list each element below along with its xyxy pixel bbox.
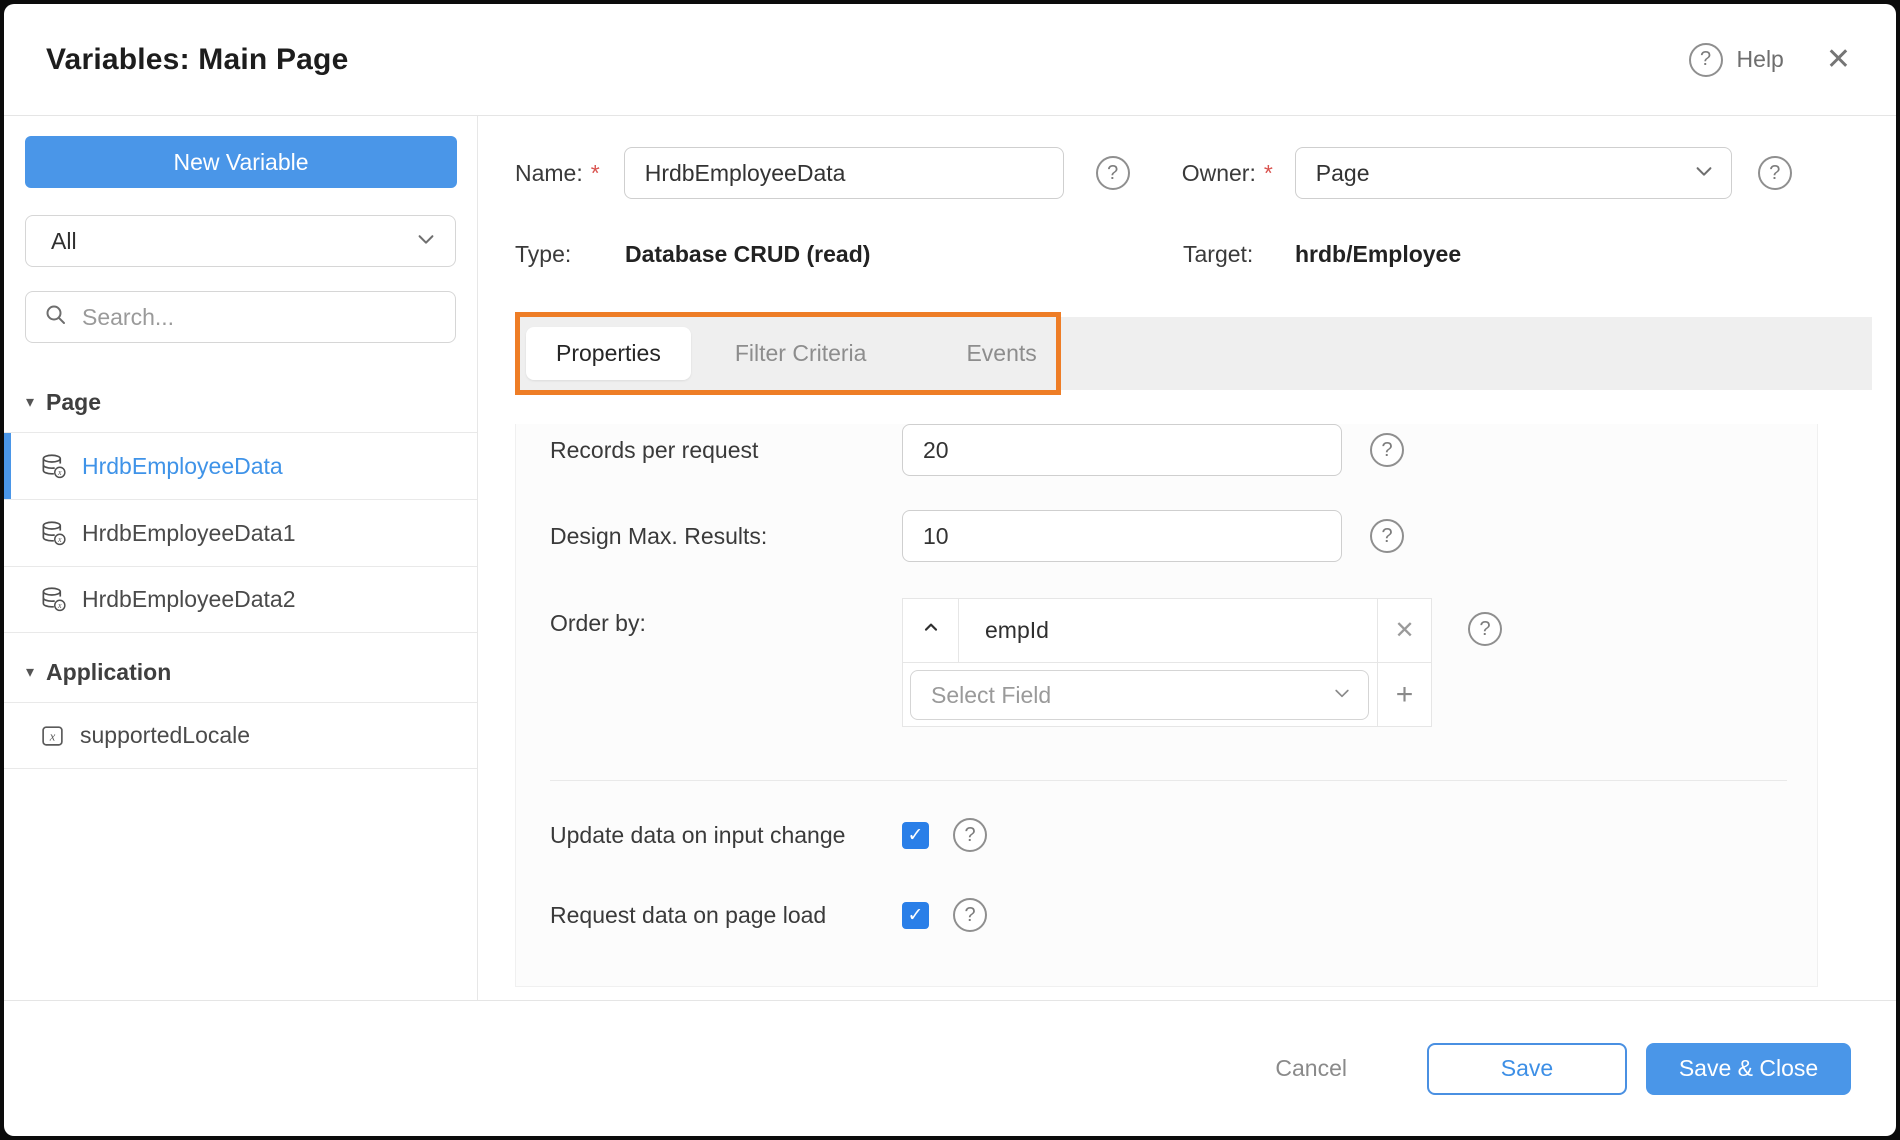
panel-divider bbox=[550, 780, 1787, 781]
database-variable-icon: x bbox=[40, 586, 67, 613]
records-per-request-help-icon[interactable]: ? bbox=[1370, 433, 1404, 467]
new-variable-button[interactable]: New Variable bbox=[25, 136, 457, 188]
sidebar-section-application[interactable]: ▾ Application bbox=[4, 633, 477, 702]
request-on-page-load-help-icon[interactable]: ? bbox=[953, 898, 987, 932]
design-max-results-label: Design Max. Results: bbox=[550, 522, 768, 549]
name-field[interactable] bbox=[623, 147, 1064, 199]
dialog-title: Variables: Main Page bbox=[46, 42, 349, 76]
variable-name: HrdbEmployeeData1 bbox=[82, 519, 296, 546]
owner-select[interactable]: Page bbox=[1294, 147, 1732, 199]
dialog-footer: Cancel Save Save & Close bbox=[4, 1000, 1896, 1136]
save-close-button[interactable]: Save & Close bbox=[1646, 1042, 1851, 1095]
sidebar-item-hrdbemployeedata[interactable]: x HrdbEmployeeData bbox=[4, 432, 477, 499]
order-by-field-select[interactable]: Select Field bbox=[910, 670, 1369, 720]
chevron-down-icon bbox=[1693, 160, 1715, 187]
owner-label: Owner: bbox=[1181, 159, 1256, 186]
svg-text:x: x bbox=[57, 535, 62, 544]
tab-filter-criteria[interactable]: Filter Criteria bbox=[705, 327, 897, 380]
order-by-group: empId ✕ Select Field + bbox=[902, 598, 1432, 727]
variable-tabs: Properties Filter Criteria Events bbox=[515, 312, 1872, 395]
sidebar-section-page[interactable]: ▾ Page bbox=[4, 343, 477, 432]
required-marker: * bbox=[1263, 159, 1273, 186]
update-on-input-change-label: Update data on input change bbox=[550, 821, 846, 848]
type-label: Type: bbox=[515, 241, 572, 267]
variables-sidebar: New Variable All Search... ▾ Page x Hrdb… bbox=[4, 116, 478, 1000]
caret-down-icon: ▾ bbox=[26, 393, 35, 411]
type-value: Database CRUD (read) bbox=[625, 241, 871, 267]
save-button[interactable]: Save bbox=[1427, 1042, 1627, 1095]
order-by-field-value[interactable]: empId bbox=[959, 599, 1377, 662]
cancel-button[interactable]: Cancel bbox=[1275, 1055, 1347, 1082]
target-label: Target: bbox=[1183, 241, 1254, 267]
svg-text:x: x bbox=[49, 730, 56, 744]
sort-ascending-toggle[interactable] bbox=[903, 599, 959, 662]
variable-type-filter-select[interactable]: All bbox=[25, 215, 456, 267]
update-on-input-change-checkbox[interactable]: ✓ bbox=[902, 821, 929, 849]
sidebar-item-supportedlocale[interactable]: x supportedLocale bbox=[4, 702, 477, 769]
variable-name: HrdbEmployeeData bbox=[82, 452, 283, 479]
sidebar-item-hrdbemployeedata2[interactable]: x HrdbEmployeeData2 bbox=[4, 566, 477, 633]
add-order-by-icon[interactable]: + bbox=[1377, 663, 1431, 726]
properties-panel: Records per request ? Design Max. Result… bbox=[515, 424, 1818, 987]
tab-events[interactable]: Events bbox=[936, 327, 1066, 380]
search-icon bbox=[44, 303, 68, 332]
database-variable-icon: x bbox=[40, 453, 67, 480]
owner-help-icon[interactable]: ? bbox=[1757, 156, 1792, 190]
section-label: Page bbox=[46, 389, 102, 415]
variable-type-filter-value: All bbox=[51, 227, 77, 254]
dialog-header: Variables: Main Page ? Help ✕ bbox=[4, 4, 1896, 116]
close-icon[interactable]: ✕ bbox=[1826, 44, 1851, 75]
variable-name: HrdbEmployeeData2 bbox=[82, 586, 296, 612]
update-on-input-change-help-icon[interactable]: ? bbox=[953, 818, 987, 852]
help-label[interactable]: Help bbox=[1737, 46, 1784, 73]
request-on-page-load-label: Request data on page load bbox=[550, 901, 827, 928]
variable-detail-pane: Name: * ? Owner: * Page ? Type: Databas bbox=[478, 116, 1896, 1000]
search-placeholder: Search... bbox=[82, 303, 175, 330]
request-on-page-load-checkbox[interactable]: ✓ bbox=[902, 901, 929, 929]
variable-search-input[interactable]: Search... bbox=[25, 291, 456, 343]
records-per-request-field[interactable] bbox=[902, 424, 1342, 476]
chevron-up-icon bbox=[921, 618, 941, 643]
name-help-icon[interactable]: ? bbox=[1095, 156, 1130, 190]
variables-dialog: Variables: Main Page ? Help ✕ New Variab… bbox=[4, 4, 1896, 1136]
help-icon[interactable]: ? bbox=[1688, 42, 1723, 77]
variable-name: supportedLocale bbox=[80, 722, 251, 748]
database-variable-icon: x bbox=[40, 520, 67, 547]
sidebar-item-hrdbemployeedata1[interactable]: x HrdbEmployeeData1 bbox=[4, 499, 477, 566]
caret-down-icon: ▾ bbox=[26, 663, 35, 681]
name-label: Name: bbox=[515, 159, 583, 186]
design-max-results-field[interactable] bbox=[902, 510, 1342, 562]
static-variable-icon: x bbox=[40, 723, 65, 748]
owner-value: Page bbox=[1315, 159, 1370, 186]
design-max-results-help-icon[interactable]: ? bbox=[1370, 519, 1404, 553]
order-by-select-placeholder: Select Field bbox=[931, 681, 1052, 708]
records-per-request-label: Records per request bbox=[550, 436, 759, 463]
chevron-down-icon bbox=[415, 228, 437, 255]
required-marker: * bbox=[590, 159, 600, 186]
svg-text:x: x bbox=[57, 468, 62, 477]
tab-properties[interactable]: Properties bbox=[526, 327, 691, 380]
svg-text:x: x bbox=[57, 601, 62, 610]
order-by-label: Order by: bbox=[550, 610, 646, 636]
chevron-down-icon bbox=[1332, 683, 1352, 708]
section-label: Application bbox=[46, 659, 172, 685]
target-value: hrdb/Employee bbox=[1295, 241, 1462, 267]
remove-order-by-icon[interactable]: ✕ bbox=[1377, 599, 1431, 662]
order-by-help-icon[interactable]: ? bbox=[1468, 612, 1502, 646]
